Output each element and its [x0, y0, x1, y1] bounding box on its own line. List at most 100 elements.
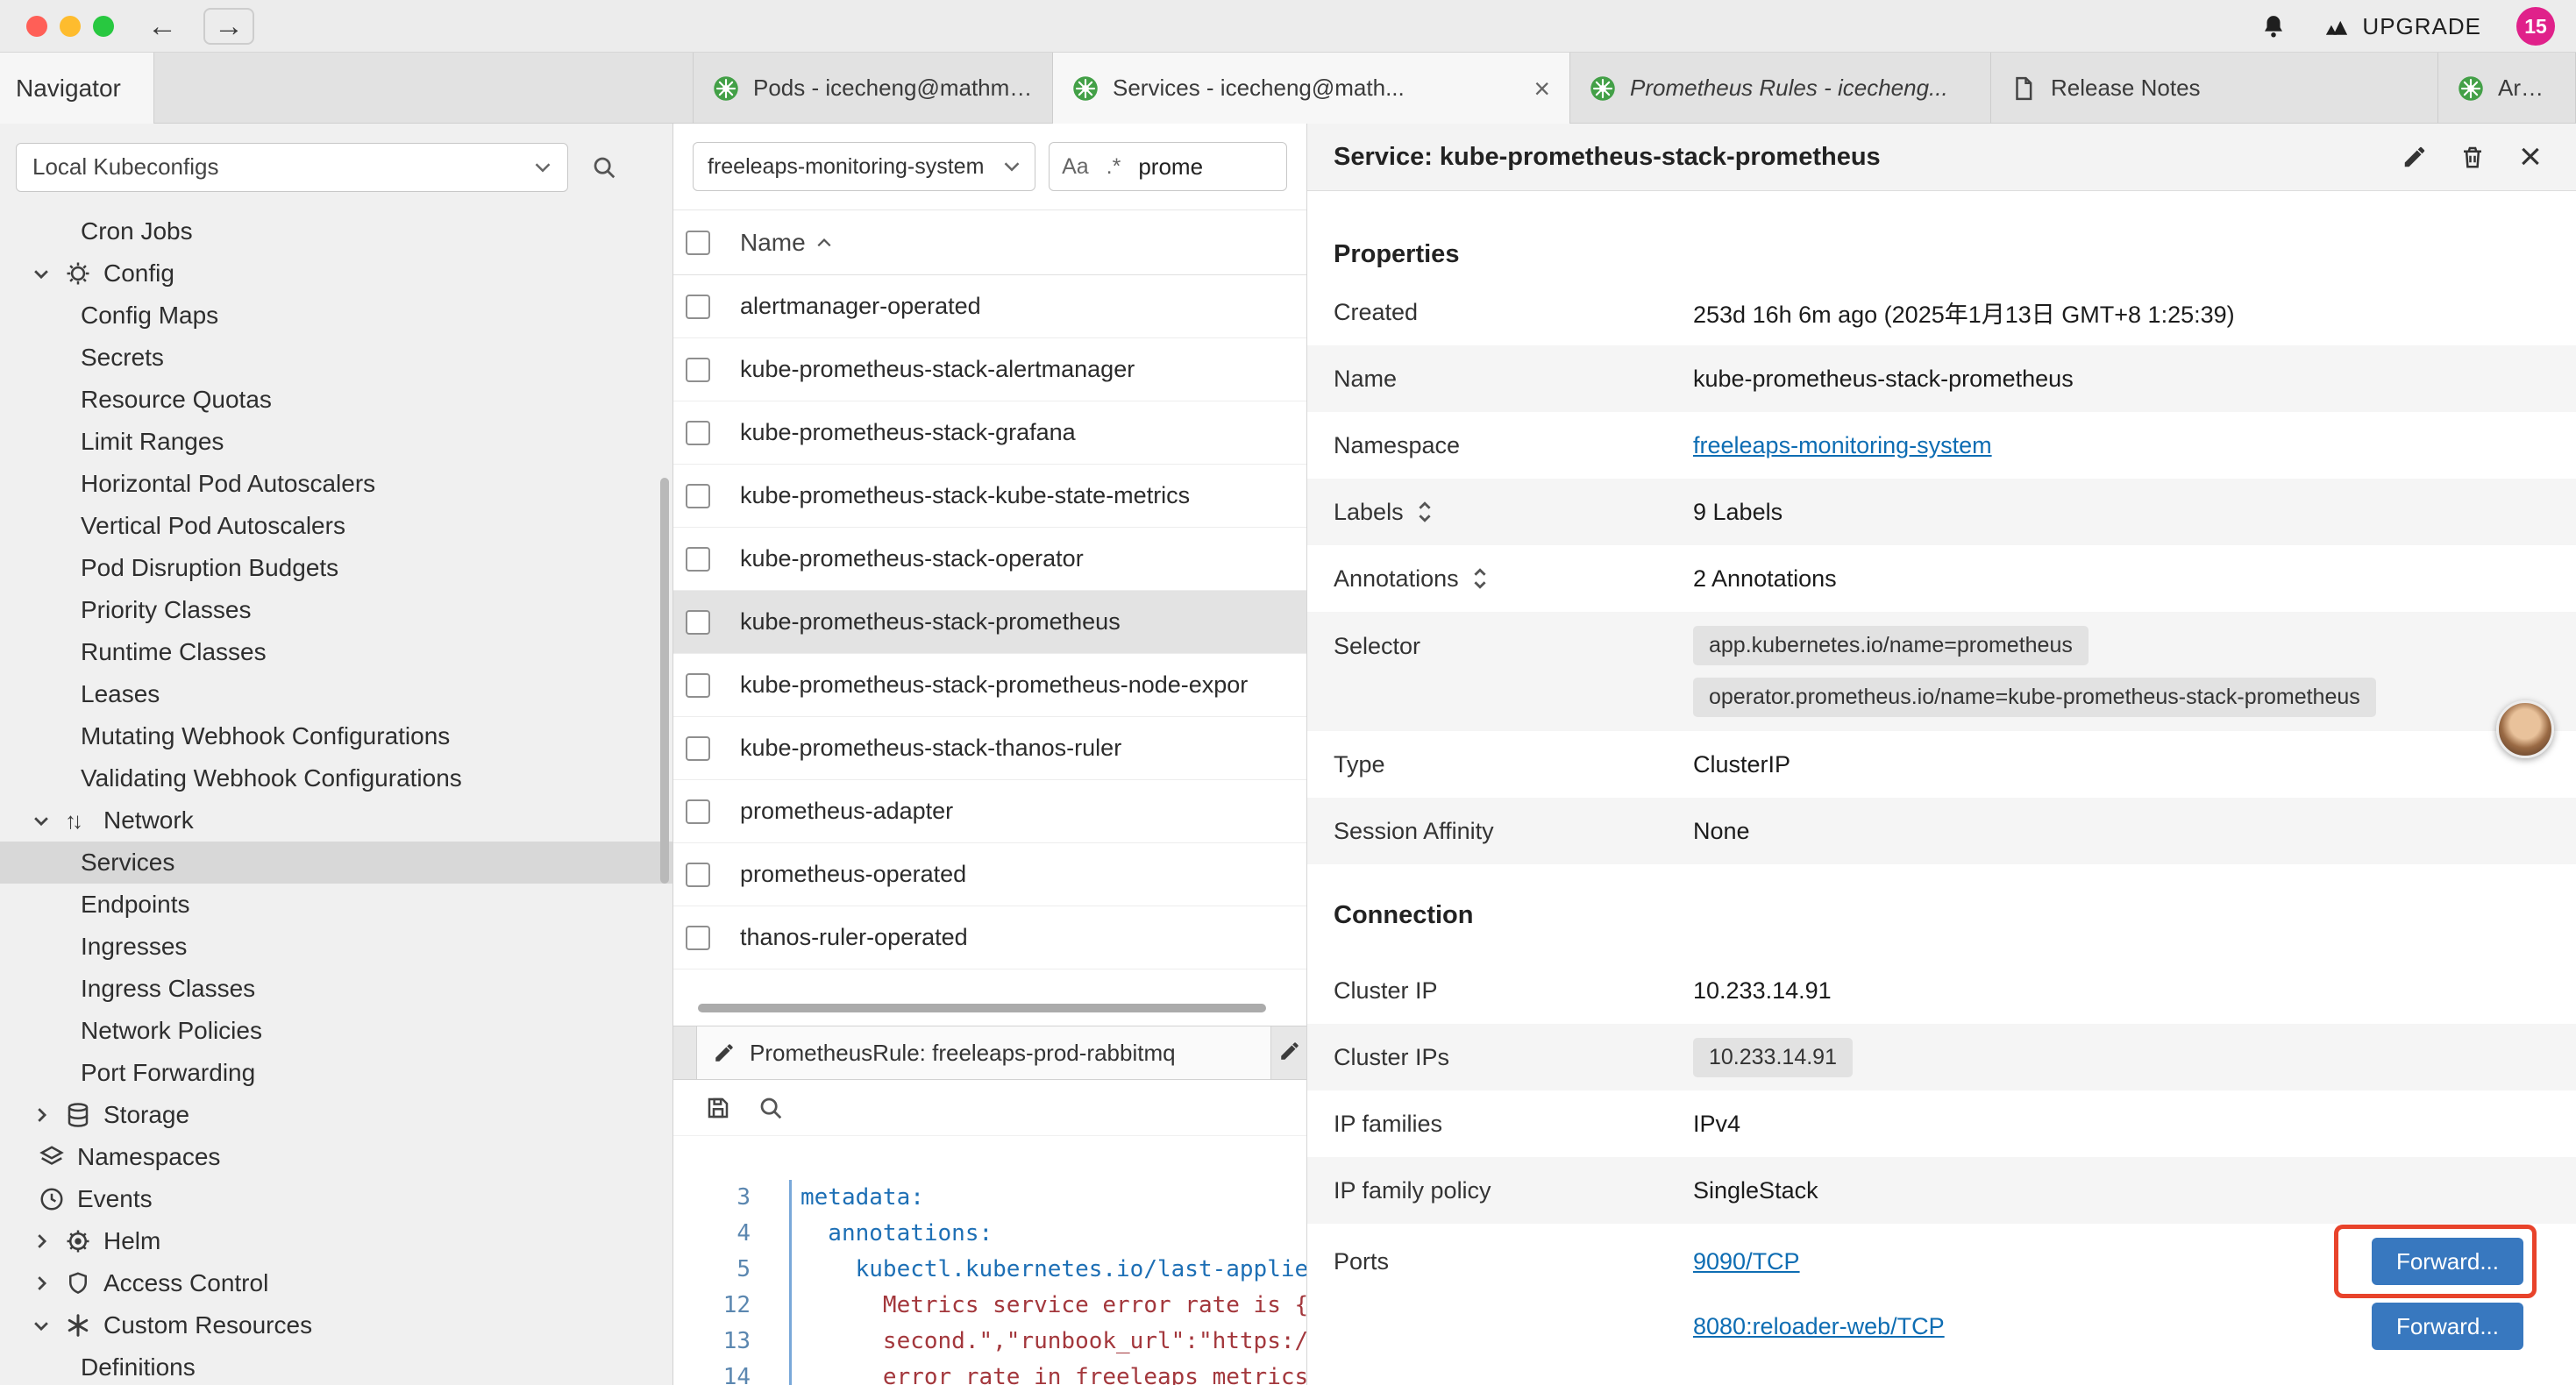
table-row[interactable]: prometheus-adapter	[673, 780, 1306, 843]
table-row[interactable]: kube-prometheus-stack-grafana	[673, 401, 1306, 465]
trash-icon[interactable]	[2453, 138, 2492, 176]
sidebar-search-icon[interactable]	[591, 154, 617, 181]
row-checkbox[interactable]	[686, 926, 710, 950]
chevron-right-icon[interactable]	[32, 1274, 65, 1293]
port-link-8080-reloader-web[interactable]: 8080:reloader-web/TCP	[1693, 1313, 1945, 1340]
sidebar-item-leases[interactable]: Leases	[0, 673, 672, 715]
back-arrow-button[interactable]: ←	[139, 10, 186, 43]
table-row[interactable]: kube-prometheus-stack-alertmanager	[673, 338, 1306, 401]
notification-count-badge[interactable]: 15	[2516, 7, 2555, 46]
yaml-editor[interactable]: 3metadata: 4 annotations: 5 kubectl.kube…	[673, 1136, 1306, 1385]
sidebar-item-runtime-classes[interactable]: Runtime Classes	[0, 631, 672, 673]
chevron-down-icon[interactable]	[32, 1316, 65, 1335]
row-checkbox[interactable]	[686, 736, 710, 761]
regex-toggle[interactable]: .*	[1107, 154, 1121, 180]
sidebar-item-port-forwarding[interactable]: Port Forwarding	[0, 1052, 672, 1094]
pencil-icon[interactable]	[1278, 1040, 1301, 1062]
namespace-link[interactable]: freeleaps-monitoring-system	[1693, 432, 1992, 458]
sidebar-item-config-maps[interactable]: Config Maps	[0, 295, 672, 337]
sidebar-item-validating-webhook-configurations[interactable]: Validating Webhook Configurations	[0, 757, 672, 799]
forward-button[interactable]: Forward...	[2372, 1303, 2523, 1350]
edit-pencil-icon[interactable]	[2395, 138, 2434, 176]
save-icon[interactable]	[705, 1095, 731, 1121]
table-row[interactable]: thanos-ruler-operated	[673, 906, 1306, 970]
user-avatar[interactable]	[2496, 700, 2554, 758]
upgrade-button[interactable]: UPGRADE	[2322, 13, 2481, 40]
sidebar-item-limit-ranges[interactable]: Limit Ranges	[0, 421, 672, 463]
sidebar-item-pod-disruption-budgets[interactable]: Pod Disruption Budgets	[0, 547, 672, 589]
chevron-right-icon[interactable]	[32, 1232, 65, 1251]
forward-button[interactable]: Forward...	[2372, 1238, 2523, 1285]
sidebar-item-vertical-pod-autoscalers[interactable]: Vertical Pod Autoscalers	[0, 505, 672, 547]
name-column-header[interactable]: Name	[740, 229, 832, 257]
sidebar-item-secrets[interactable]: Secrets	[0, 337, 672, 379]
table-row[interactable]: kube-prometheus-stack-operator	[673, 528, 1306, 591]
sidebar-item-ingresses[interactable]: Ingresses	[0, 926, 672, 968]
dock-tab-prometheusrule[interactable]: PrometheusRule: freeleaps-prod-rabbitmq	[696, 1026, 1271, 1079]
tab-services[interactable]: Services - icecheng@math... ×	[1053, 53, 1570, 124]
table-row-selected[interactable]: kube-prometheus-stack-prometheus	[673, 591, 1306, 654]
row-checkbox[interactable]	[686, 358, 710, 382]
selector-badge[interactable]: operator.prometheus.io/name=kube-prometh…	[1693, 678, 2376, 717]
table-row[interactable]: kube-prometheus-stack-kube-state-metrics	[673, 465, 1306, 528]
cluster-ip-badge[interactable]: 10.233.14.91	[1693, 1038, 1853, 1077]
row-checkbox[interactable]	[686, 799, 710, 824]
table-row[interactable]: kube-prometheus-stack-thanos-ruler	[673, 717, 1306, 780]
sidebar-item-cron-jobs[interactable]: Cron Jobs	[0, 210, 672, 252]
match-case-toggle[interactable]: Aa	[1062, 154, 1089, 180]
expand-collapse-icon[interactable]	[1416, 500, 1434, 524]
tab-argo[interactable]: Argo Se	[2438, 53, 2576, 124]
sidebar-item-mutating-webhook-configurations[interactable]: Mutating Webhook Configurations	[0, 715, 672, 757]
sidebar-item-access-control[interactable]: Access Control	[0, 1262, 672, 1304]
sidebar-item-events[interactable]: Events	[0, 1178, 672, 1220]
tab-prometheus-rules[interactable]: Prometheus Rules - icecheng...	[1570, 53, 1991, 124]
editor-search-icon[interactable]	[758, 1095, 784, 1121]
chevron-right-icon[interactable]	[32, 1105, 65, 1125]
sidebar-item-ingress-classes[interactable]: Ingress Classes	[0, 968, 672, 1010]
sidebar-item-helm[interactable]: Helm	[0, 1220, 672, 1262]
forward-arrow-button[interactable]: →	[203, 8, 254, 45]
window-minimize-button[interactable]	[60, 16, 81, 37]
sidebar-item-endpoints[interactable]: Endpoints	[0, 884, 672, 926]
sidebar-item-resource-quotas[interactable]: Resource Quotas	[0, 379, 672, 421]
labels-count[interactable]: 9 Labels	[1693, 499, 1783, 526]
table-row[interactable]: prometheus-operated	[673, 843, 1306, 906]
row-checkbox[interactable]	[686, 547, 710, 572]
tab-close-icon[interactable]: ×	[1534, 75, 1550, 103]
sidebar-item-custom-resources[interactable]: Custom Resources	[0, 1304, 672, 1346]
close-icon[interactable]: ×	[2511, 138, 2550, 176]
sidebar-item-namespaces[interactable]: Namespaces	[0, 1136, 672, 1178]
sidebar-item-priority-classes[interactable]: Priority Classes	[0, 589, 672, 631]
list-search-input[interactable]: Aa .* prome	[1049, 142, 1287, 191]
row-checkbox[interactable]	[686, 673, 710, 698]
window-close-button[interactable]	[26, 16, 47, 37]
table-row[interactable]: alertmanager-operated	[673, 275, 1306, 338]
kubeconfig-selector[interactable]: Local Kubeconfigs	[16, 143, 568, 192]
port-link-9090[interactable]: 9090/TCP	[1693, 1248, 1800, 1275]
table-row[interactable]: kube-prometheus-stack-prometheus-node-ex…	[673, 654, 1306, 717]
row-checkbox[interactable]	[686, 484, 710, 508]
select-all-checkbox[interactable]	[686, 231, 710, 255]
sidebar-item-services[interactable]: Services	[0, 842, 672, 884]
sidebar-item-network[interactable]: ↑↓ Network	[0, 799, 672, 842]
sidebar-item-horizontal-pod-autoscalers[interactable]: Horizontal Pod Autoscalers	[0, 463, 672, 505]
sidebar-item-storage[interactable]: Storage	[0, 1094, 672, 1136]
chevron-down-icon[interactable]	[32, 811, 65, 830]
row-checkbox[interactable]	[686, 863, 710, 887]
annotations-count[interactable]: 2 Annotations	[1693, 565, 1837, 593]
window-maximize-button[interactable]	[93, 16, 114, 37]
sidebar-item-network-policies[interactable]: Network Policies	[0, 1010, 672, 1052]
selector-badge[interactable]: app.kubernetes.io/name=prometheus	[1693, 626, 2089, 665]
sidebar-item-definitions[interactable]: Definitions	[0, 1346, 672, 1385]
horizontal-scrollbar[interactable]	[698, 1004, 1266, 1012]
tab-release-notes[interactable]: Release Notes	[1991, 53, 2438, 124]
expand-collapse-icon[interactable]	[1471, 566, 1489, 591]
row-checkbox[interactable]	[686, 610, 710, 635]
sidebar-scrollbar[interactable]	[660, 478, 669, 884]
chevron-down-icon[interactable]	[32, 264, 65, 283]
sidebar-item-config[interactable]: Config	[0, 252, 672, 295]
notifications-bell-icon[interactable]	[2260, 13, 2287, 39]
namespace-filter-select[interactable]: freeleaps-monitoring-system	[693, 142, 1035, 191]
row-checkbox[interactable]	[686, 421, 710, 445]
tab-pods[interactable]: Pods - icecheng@mathmas...	[694, 53, 1053, 124]
